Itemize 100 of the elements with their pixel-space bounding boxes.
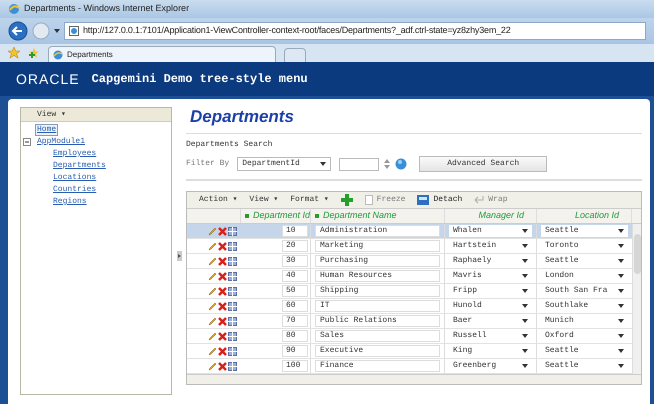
name-field[interactable]: Shipping	[315, 285, 440, 297]
table-row[interactable]: 80 Sales Russell Oxford	[187, 329, 632, 344]
delete-icon[interactable]	[218, 346, 227, 356]
caret-icon	[618, 229, 624, 233]
caret-icon	[618, 364, 624, 368]
dropdown-caret-icon[interactable]	[54, 29, 60, 33]
table-row[interactable]: 60 IT Hunold Southlake	[187, 299, 632, 314]
table-row[interactable]: 50 Shipping Fripp South San Fra	[187, 284, 632, 299]
table-row[interactable]: 100 Finance Greenberg Seattle	[187, 359, 632, 374]
id-field[interactable]: 90	[282, 345, 308, 357]
id-field[interactable]: 60	[282, 300, 308, 312]
add-favorite-icon[interactable]	[28, 47, 40, 59]
splitter-handle-icon[interactable]	[176, 250, 182, 260]
filter-input[interactable]	[339, 158, 380, 170]
caret-icon	[522, 229, 528, 233]
browser-tab[interactable]: Departments	[48, 46, 276, 62]
tree-item-link[interactable]: Home	[35, 124, 58, 136]
delete-icon[interactable]	[218, 256, 227, 266]
grid-icon[interactable]	[228, 346, 237, 356]
delete-icon[interactable]	[218, 286, 227, 296]
id-field[interactable]: 80	[282, 330, 308, 342]
view-menu[interactable]: View ▾	[37, 108, 66, 120]
caret-icon	[522, 349, 528, 353]
name-field[interactable]: Administration	[315, 225, 440, 237]
name-field[interactable]: Marketing	[315, 240, 440, 252]
toolbar-menu[interactable]: View ▾	[249, 194, 278, 206]
add-icon[interactable]	[340, 194, 353, 206]
tree-item-link[interactable]: Regions	[51, 197, 89, 207]
caret-icon	[320, 162, 326, 166]
name-field[interactable]: Sales	[315, 330, 440, 342]
caret-icon	[522, 259, 528, 263]
tree-item-link[interactable]: AppModule1	[35, 137, 88, 147]
location-dropdown[interactable]: Seattle	[541, 225, 628, 237]
grid-icon[interactable]	[228, 362, 237, 370]
table-row[interactable]: 90 Executive King Seattle	[187, 344, 632, 359]
id-field[interactable]: 40	[282, 270, 308, 282]
advanced-search-button[interactable]: Advanced Search	[419, 156, 548, 172]
grid-icon[interactable]	[228, 286, 237, 296]
address-field[interactable]: http://127.0.0.1:7101/Application1-ViewController-context-root/faces/Departments?_adf.ctrl-state=yz8zhy3em_22	[64, 22, 646, 40]
back-icon[interactable]	[8, 21, 28, 41]
grid-icon[interactable]	[228, 272, 237, 280]
tree-item-link[interactable]: Departments	[51, 161, 108, 171]
tree-item-link[interactable]: Employees	[51, 149, 98, 159]
table-row[interactable]: 30 Purchasing Raphaely Seattle	[187, 254, 632, 269]
delete-icon[interactable]	[218, 226, 227, 236]
name-field[interactable]: Finance	[315, 360, 440, 372]
grid-icon[interactable]	[228, 302, 237, 310]
caret-icon	[618, 244, 624, 248]
id-field[interactable]: 30	[282, 255, 308, 267]
page-icon	[69, 26, 79, 36]
grid-icon[interactable]	[228, 226, 237, 236]
delete-icon[interactable]	[218, 242, 227, 250]
favorites-star-icon[interactable]	[8, 47, 20, 59]
frame-icon	[364, 194, 373, 206]
return-arrow-icon	[474, 194, 484, 206]
toolbar-menu[interactable]: Action ▾	[199, 194, 238, 206]
delete-icon[interactable]	[218, 272, 227, 280]
table-row[interactable]: 10 Administration Whalen Seattle	[187, 224, 632, 239]
browser-logo-icon	[8, 3, 20, 15]
id-field[interactable]: 100	[282, 360, 308, 372]
delete-icon[interactable]	[218, 316, 227, 326]
window-title: Departments - Windows Internet Explorer	[24, 2, 190, 16]
id-field[interactable]: 20	[282, 240, 308, 252]
caret-icon	[618, 349, 624, 353]
table-row[interactable]: 40 Human Resources Mavris London	[187, 269, 632, 284]
caret-icon	[522, 304, 528, 308]
manager-dropdown[interactable]: Whalen	[449, 225, 532, 237]
caret-icon	[618, 274, 624, 278]
spinner-icon[interactable]	[383, 158, 392, 170]
id-field[interactable]: 50	[282, 285, 308, 297]
grid-icon[interactable]	[228, 332, 237, 340]
banner-title: Capgemini Demo tree-style menu	[92, 71, 308, 88]
name-field[interactable]: IT	[315, 300, 440, 312]
collapse-icon[interactable]	[23, 138, 31, 146]
name-field[interactable]: Executive	[315, 345, 440, 357]
grid-icon[interactable]	[228, 242, 237, 250]
caret-icon	[618, 319, 624, 323]
filter-dropdown[interactable]: DepartmentId	[237, 157, 332, 171]
name-field[interactable]: Human Resources	[315, 270, 440, 282]
id-field[interactable]: 70	[282, 315, 308, 327]
tree-item-link[interactable]: Locations	[51, 173, 98, 183]
caret-icon	[618, 304, 624, 308]
scrollbar[interactable]	[632, 224, 641, 374]
caret-icon	[618, 334, 624, 338]
toolbar-menu[interactable]: Format ▾	[290, 194, 329, 206]
name-field[interactable]: Purchasing	[315, 255, 440, 267]
delete-icon[interactable]	[218, 362, 227, 370]
caret-icon	[522, 274, 528, 278]
toolbar-button[interactable]: Detach	[417, 194, 462, 206]
grid-icon[interactable]	[228, 316, 237, 326]
page-title: Departments	[190, 107, 295, 127]
delete-icon[interactable]	[218, 332, 227, 340]
grid-icon[interactable]	[228, 256, 237, 266]
name-field[interactable]: Public Relations	[315, 315, 440, 327]
tree-item-link[interactable]: Countries	[51, 185, 98, 195]
table-row[interactable]: 70 Public Relations Baer Munich	[187, 314, 632, 329]
id-field[interactable]: 10	[282, 225, 308, 237]
table-row[interactable]: 20 Marketing Hartstein Toronto	[187, 239, 632, 254]
section-heading: Departments Search	[186, 140, 274, 150]
delete-icon[interactable]	[218, 302, 227, 310]
